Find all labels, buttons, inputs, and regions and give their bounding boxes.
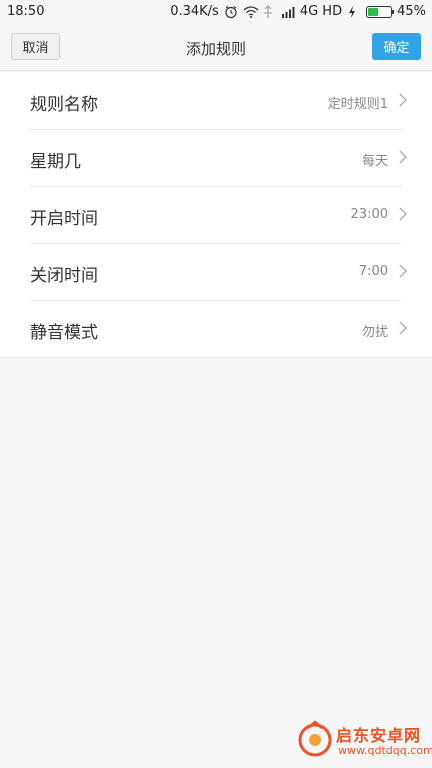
row-value: 定时规则1 xyxy=(327,97,388,112)
row-end-time[interactable]: 关闭时间 7:00 xyxy=(0,243,432,300)
row-value: 23:00 xyxy=(350,207,388,222)
battery-percent: 45% xyxy=(397,4,426,19)
row-value: 7:00 xyxy=(358,264,388,279)
chevron-right-icon xyxy=(399,93,407,107)
battery-fill xyxy=(368,7,379,16)
page-title: 添加规则 xyxy=(185,40,246,58)
row-label: 关闭时间 xyxy=(30,266,98,286)
watermark-url: www.qdtdqq.com xyxy=(338,744,432,757)
signal-bars-icon xyxy=(281,5,295,19)
row-label: 开启时间 xyxy=(30,209,98,229)
row-silent-mode[interactable]: 静音模式 勿扰 xyxy=(0,300,432,357)
alarm-icon xyxy=(224,5,238,19)
row-label: 静音模式 xyxy=(30,323,98,343)
chevron-right-icon xyxy=(399,321,407,335)
network-speed: 0.34K/s xyxy=(170,4,219,19)
watermark-logo-icon xyxy=(298,720,332,757)
row-start-time[interactable]: 开启时间 23:00 xyxy=(0,186,432,243)
row-weekday[interactable]: 星期几 每天 xyxy=(0,129,432,186)
charging-icon xyxy=(347,5,361,19)
status-time: 18:50 xyxy=(7,4,45,19)
network-type: 4G HD xyxy=(299,4,343,19)
watermark-title: 启东安卓网 xyxy=(336,726,422,745)
row-value: 每天 xyxy=(361,154,388,169)
wifi-icon xyxy=(243,5,259,19)
row-rule-name[interactable]: 规则名称 定时规则1 xyxy=(0,72,432,129)
chevron-right-icon xyxy=(399,207,407,221)
confirm-button[interactable]: 确定 xyxy=(372,33,421,60)
signal-muted-icon xyxy=(262,4,276,19)
row-value: 勿扰 xyxy=(361,325,388,340)
title-bar: 取消 添加规则 确定 xyxy=(0,24,432,71)
battery-icon xyxy=(366,5,395,18)
chevron-right-icon xyxy=(399,264,407,278)
row-label: 规则名称 xyxy=(30,95,98,115)
watermark: 启东安卓网 www.qdtdqq.com xyxy=(296,716,432,762)
status-icons: 0.34K/s 4G HD 45% xyxy=(170,4,426,19)
row-label: 星期几 xyxy=(30,152,81,172)
chevron-right-icon xyxy=(399,150,407,164)
rule-settings-list: 规则名称 定时规则1 星期几 每天 开启时间 23:00 关闭时间 7:00 静… xyxy=(0,72,432,358)
status-bar: 18:50 0.34K/s 4G HD 45% xyxy=(0,0,432,24)
